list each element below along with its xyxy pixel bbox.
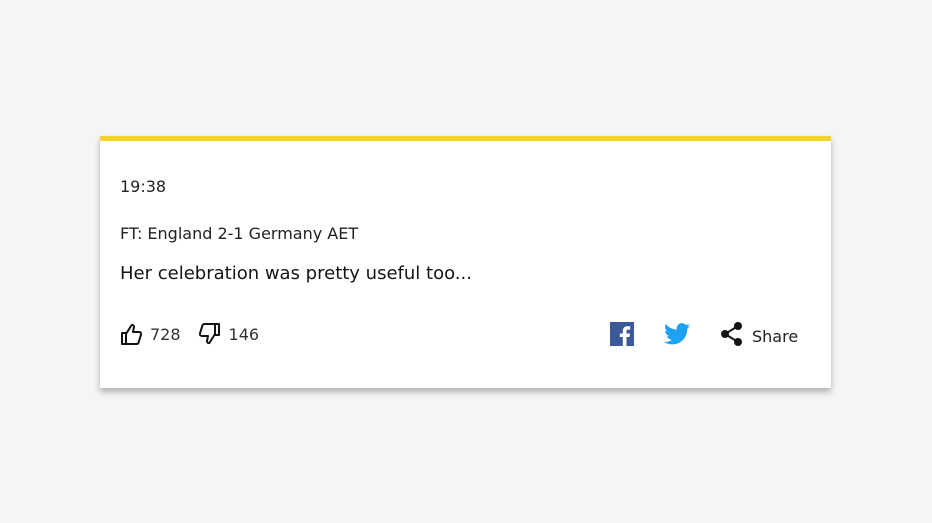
thumbs-down-icon xyxy=(198,322,221,346)
reactions-bar: 728 146 xyxy=(120,319,259,349)
thumbs-up-icon xyxy=(120,322,142,346)
twitter-icon xyxy=(664,323,690,349)
dislike-count: 146 xyxy=(228,324,260,344)
live-post-card: 19:38 FT: England 2-1 Germany AET Her ce… xyxy=(100,136,831,388)
dislike-button[interactable]: 146 xyxy=(198,322,260,346)
facebook-share-button[interactable] xyxy=(610,322,634,350)
share-button[interactable]: Share xyxy=(720,321,798,351)
post-timestamp: 19:38 xyxy=(120,177,167,196)
share-label: Share xyxy=(752,326,799,346)
social-share-bar: Share xyxy=(610,321,798,351)
facebook-icon xyxy=(610,322,634,350)
twitter-share-button[interactable] xyxy=(664,323,690,349)
post-body: Her celebration was pretty useful too... xyxy=(120,263,472,284)
like-count: 728 xyxy=(150,324,181,344)
share-icon xyxy=(720,321,744,351)
post-subtitle: FT: England 2-1 Germany AET xyxy=(120,224,359,243)
like-button[interactable]: 728 xyxy=(120,322,181,346)
